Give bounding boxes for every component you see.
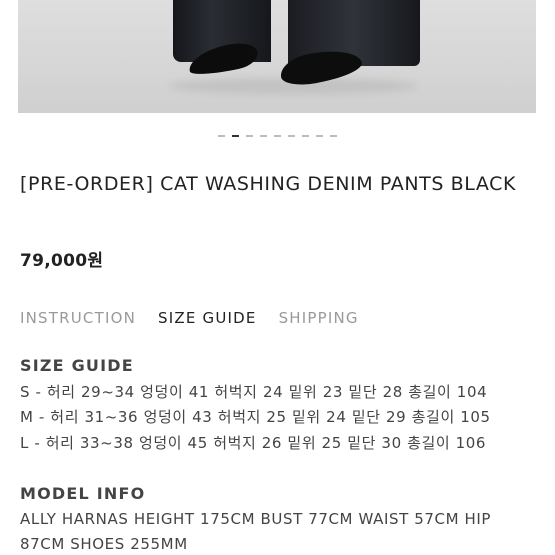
carousel-indicator — [0, 133, 555, 139]
carousel-dot[interactable] — [288, 135, 295, 137]
tab-instruction[interactable]: INSTRUCTION — [20, 309, 136, 327]
model-info-line-1: ALLY HARNAS HEIGHT 175CM BUST 77CM WAIST… — [20, 510, 492, 528]
carousel-dot[interactable] — [218, 135, 225, 137]
product-price: 79,000원 — [20, 251, 104, 271]
carousel-dot[interactable] — [232, 135, 239, 137]
carousel-dot[interactable] — [316, 135, 323, 137]
size-guide-heading: SIZE GUIDE — [20, 356, 134, 375]
carousel-dot[interactable] — [274, 135, 281, 137]
size-row-m: M - 허리 31~36 엉덩이 43 허벅지 25 밑위 24 밑단 29 총… — [20, 408, 491, 426]
product-title: [PRE-ORDER] CAT WASHING DENIM PANTS BLAC… — [20, 173, 517, 195]
model-info-heading: MODEL INFO — [20, 484, 146, 503]
carousel-dot[interactable] — [302, 135, 309, 137]
model-info-line-2: 87CM SHOES 255MM — [20, 535, 188, 553]
detail-tabs: INSTRUCTION SIZE GUIDE SHIPPING — [20, 309, 359, 327]
carousel-dot[interactable] — [260, 135, 267, 137]
carousel-dot[interactable] — [246, 135, 253, 137]
carousel-dot[interactable] — [330, 135, 337, 137]
tab-shipping[interactable]: SHIPPING — [279, 309, 359, 327]
tab-size-guide[interactable]: SIZE GUIDE — [158, 309, 257, 327]
product-image[interactable] — [18, 0, 536, 113]
size-row-s: S - 허리 29~34 엉덩이 41 허벅지 24 밑위 23 밑단 28 총… — [20, 383, 488, 401]
size-row-l: L - 허리 33~38 엉덩이 45 허벅지 26 밑위 25 밑단 30 총… — [20, 434, 487, 452]
